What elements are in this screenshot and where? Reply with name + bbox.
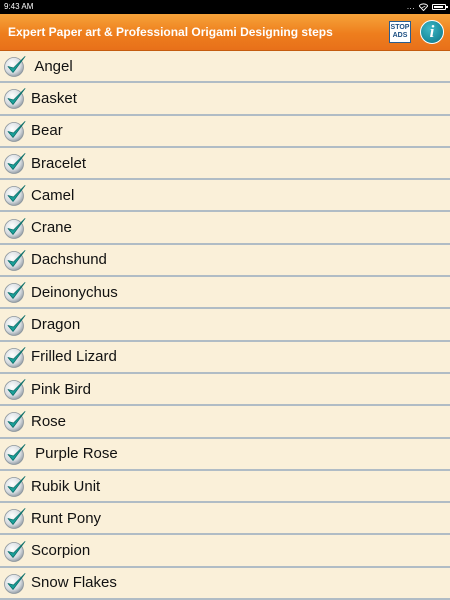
list-item-label: Pink Bird (31, 380, 92, 398)
list-item-label: Dachshund (31, 251, 107, 269)
checkmark-icon (4, 250, 26, 271)
battery-icon (432, 4, 448, 10)
list-item-label: Rubik Unit (31, 477, 101, 495)
checkmark-icon (4, 120, 26, 142)
list-item-9[interactable]: Frilled Lizard (0, 342, 450, 374)
list-item-10[interactable]: Pink Bird (0, 374, 450, 407)
checkmark-icon (4, 508, 26, 530)
checkmark-icon (4, 346, 26, 368)
list-item-label: Basket (31, 89, 77, 107)
checkmark-icon (4, 540, 26, 562)
info-button[interactable]: i (420, 20, 444, 44)
checkmark-icon (4, 282, 26, 304)
wifi-icon (419, 3, 428, 11)
list-item-label: Deinonychus (31, 283, 118, 301)
list-item-12[interactable]: Purple Rose (0, 439, 450, 471)
list-item-0[interactable]: Angel (0, 51, 450, 84)
list-item-7[interactable]: Deinonychus (0, 277, 450, 310)
stop-ads-button[interactable]: STOP ADS (389, 21, 411, 43)
checkmark-icon (4, 572, 26, 594)
list-item-8[interactable]: Dragon (0, 309, 450, 342)
list-item-label: Snow Flakes (31, 574, 117, 592)
checkmark-icon (4, 314, 26, 336)
list-item-label: Rose (31, 412, 67, 430)
list-item-2[interactable]: Bear (0, 116, 450, 148)
checkmark-icon (4, 217, 26, 239)
list-item-label: Crane (31, 219, 72, 237)
list-item-1[interactable]: Basket (0, 83, 450, 116)
status-time: 9:43 AM (4, 2, 34, 11)
list-item-label: Bear (31, 122, 63, 140)
origami-list: Angel Basket Bear Bracelet Camel Crane D… (0, 51, 450, 600)
checkmark-icon (4, 153, 26, 174)
checkmark-icon (4, 88, 26, 110)
app-bar: Expert Paper art & Professional Origami … (0, 14, 450, 51)
list-item-label: Purple Rose (31, 445, 118, 463)
list-item-6[interactable]: Dachshund (0, 245, 450, 278)
checkmark-icon (4, 411, 26, 433)
list-item-label: Dragon (31, 316, 81, 334)
app-title: Expert Paper art & Professional Origami … (8, 25, 333, 39)
checkmark-icon (4, 185, 26, 207)
stop-ads-label-top: STOP (390, 24, 410, 31)
stop-ads-label-bottom: ADS (392, 32, 408, 39)
list-item-3[interactable]: Bracelet (0, 148, 450, 181)
status-icons: ... (406, 0, 448, 14)
info-icon: i (429, 22, 435, 41)
checkmark-icon (4, 56, 26, 78)
status-bar: 9:43 AM ... (0, 0, 450, 14)
checkmark-icon (4, 379, 26, 401)
list-item-label: Scorpion (31, 542, 91, 560)
list-item-14[interactable]: Runt Pony (0, 503, 450, 536)
checkmark-icon (4, 443, 26, 465)
list-item-label: Runt Pony (31, 509, 102, 527)
list-item-13[interactable]: Rubik Unit (0, 471, 450, 504)
list-item-4[interactable]: Camel (0, 180, 450, 213)
list-item-label: Frilled Lizard (31, 348, 117, 366)
app-bar-actions: STOP ADS i (389, 20, 444, 44)
list-item-11[interactable]: Rose (0, 406, 450, 439)
list-item-16[interactable]: Snow Flakes (0, 568, 450, 600)
list-item-15[interactable]: Scorpion (0, 535, 450, 568)
list-item-5[interactable]: Crane (0, 212, 450, 245)
checkmark-icon (4, 476, 26, 497)
list-item-label: Camel (31, 186, 75, 204)
notification-dots: ... (406, 2, 415, 11)
list-item-label: Angel (31, 57, 73, 75)
list-item-label: Bracelet (31, 154, 87, 172)
